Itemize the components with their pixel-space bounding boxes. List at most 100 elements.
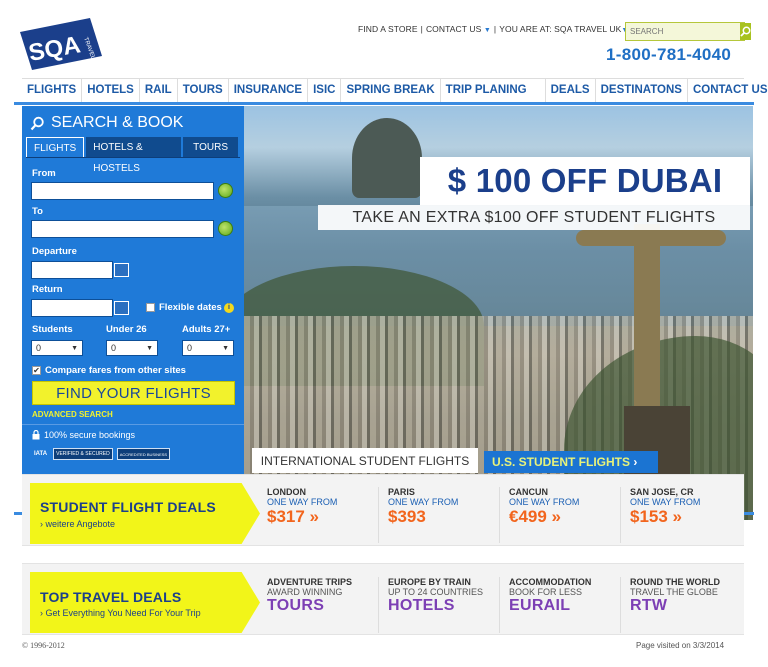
top-links: FIND A STORE | CONTACT US ▼ | YOU ARE AT: SQ… <box>358 24 628 34</box>
calendar-icon[interactable] <box>114 263 129 277</box>
secure-label: 100% secure bookings <box>44 430 136 440</box>
adults-select[interactable]: 0 ▼ <box>182 340 234 356</box>
phone-number: 1-800-781-4040 <box>606 45 732 64</box>
deal-mode: ONE WAY FROM <box>388 497 459 507</box>
under26-select[interactable]: 0 ▼ <box>106 340 158 356</box>
nav-insurance[interactable]: INSURANCE <box>229 79 309 102</box>
trust-badges: IATA VERIFIED & SECURED ACCREDITED BUSIN… <box>32 447 182 461</box>
travel-deals-subtitle[interactable]: › Get Everything You Need For Your Trip <box>40 608 201 618</box>
student-deals-subtitle[interactable]: › weitere Angebote <box>40 519 115 529</box>
deal-san-jose[interactable]: SAN JOSE, CR ONE WAY FROM $153 » <box>630 487 742 543</box>
deal-city: PARIS <box>388 487 415 497</box>
find-store-link[interactable]: FIND A STORE <box>358 24 418 34</box>
deal-price: $393 <box>388 507 426 526</box>
search-input[interactable] <box>626 23 740 40</box>
tab-us-label: U.S. STUDENT FLIGHTS <box>492 455 630 469</box>
deal-city: SAN JOSE, CR <box>630 487 694 497</box>
deal-heading: ACCOMMODATION <box>509 577 592 587</box>
deal-heading: ADVENTURE TRIPS <box>267 577 353 587</box>
deal-big: TOURS <box>267 597 325 614</box>
nav-destinations[interactable]: DESTINATONS <box>596 79 688 102</box>
tab-tours[interactable]: TOURS <box>183 137 238 158</box>
deal-round-the-world[interactable]: ROUND THE WORLD TRAVEL THE GLOBE RTW <box>630 577 742 633</box>
contact-us-link[interactable]: CONTACT US <box>426 24 481 34</box>
calendar-icon[interactable] <box>114 301 129 315</box>
chevron-down-icon: ▼ <box>222 344 229 352</box>
nav-spring-break[interactable]: SPRING BREAK <box>341 79 441 102</box>
students-value: 0 <box>36 343 42 353</box>
site-search <box>625 22 751 41</box>
from-input[interactable] <box>31 182 214 200</box>
student-deals-banner[interactable]: STUDENT FLIGHT DEALS › weitere Angebote <box>30 483 260 544</box>
compare-fares-label: Compare fares from other sites <box>45 365 186 376</box>
search-button[interactable] <box>740 23 751 40</box>
to-label: To <box>32 206 43 217</box>
departure-label: Departure <box>32 246 77 257</box>
tabs-divider <box>26 157 240 158</box>
nav-contact-us[interactable]: CONTACT US <box>688 79 768 102</box>
deal-city: LONDON <box>267 487 306 497</box>
tab-international-flights[interactable]: INTERNATIONAL STUDENT FLIGHTS <box>252 448 478 473</box>
nav-tours[interactable]: TOURS <box>178 79 229 102</box>
promo-headline-box[interactable]: $ 100 OFF DUBAI <box>420 157 750 205</box>
nav-deals[interactable]: DEALS <box>546 79 596 102</box>
deal-sub: TRAVEL THE GLOBE <box>630 587 718 597</box>
deal-london[interactable]: LONDON ONE WAY FROM $317 » <box>267 487 379 543</box>
verified-secured-badge: VERIFIED & SECURED <box>53 448 113 460</box>
from-label: From <box>32 168 56 179</box>
globe-icon[interactable] <box>218 183 233 198</box>
deal-mode: ONE WAY FROM <box>267 497 338 507</box>
compare-fares-checkbox[interactable]: ✔ <box>32 366 41 375</box>
region-selector[interactable]: YOU ARE AT: SQA TRAVEL UK <box>499 24 621 34</box>
sqa-logo[interactable]: SQA TRAVEL <box>18 16 104 72</box>
accent-bar-left <box>14 512 22 515</box>
under26-value: 0 <box>111 343 117 353</box>
students-select[interactable]: 0 ▼ <box>31 340 83 356</box>
travel-deals-banner[interactable]: TOP TRAVEL DEALS › Get Everything You Ne… <box>30 572 260 633</box>
tab-flights[interactable]: FLIGHTS <box>26 137 85 158</box>
tab-hotels-hostels[interactable]: HOTELS & HOSTELS <box>86 137 182 174</box>
deal-big: RTW <box>630 597 668 614</box>
deal-sub: UP TO 24 COUNTRIES <box>388 587 484 597</box>
nav-isic[interactable]: ISIC <box>308 79 342 102</box>
under26-label: Under 26 <box>106 324 147 335</box>
deal-big: EURAIL <box>509 597 571 614</box>
travel-deals-title: TOP TRAVEL DEALS <box>40 589 182 605</box>
promo-subheadline: TAKE AN EXTRA $100 OFF STUDENT FLIGHTS <box>352 208 716 226</box>
deal-sub: AWARD WINNING <box>267 587 343 597</box>
return-label: Return <box>32 284 63 295</box>
secure-bookings: 100% secure bookings <box>32 430 135 440</box>
christ-statue <box>634 224 660 424</box>
tab-us-flights[interactable]: U.S. STUDENT FLIGHTS › <box>484 451 658 473</box>
flexible-dates-checkbox[interactable] <box>146 303 155 312</box>
search-icon <box>30 116 44 130</box>
nav-rail[interactable]: RAIL <box>140 79 178 102</box>
search-tabs: FLIGHTS HOTELS & HOSTELS TOURS <box>26 137 240 174</box>
nav-trip-planing[interactable]: TRIP PLANING <box>441 79 546 102</box>
accredited-business-badge: ACCREDITED BUSINESS <box>116 448 171 460</box>
departure-input[interactable] <box>31 261 113 279</box>
search-icon <box>740 26 751 37</box>
iata-badge: IATA <box>34 451 48 457</box>
globe-icon[interactable] <box>218 221 233 236</box>
page-visited: Page visited on 3/3/2014 <box>636 641 725 650</box>
deal-europe-by-train[interactable]: EUROPE BY TRAIN UP TO 24 COUNTRIES HOTEL… <box>388 577 500 633</box>
nav-flights[interactable]: FLIGHTS <box>22 79 83 102</box>
chevron-down-icon: ▼ <box>71 344 78 352</box>
deal-cancun[interactable]: CANCUN ONE WAY FROM €499 » <box>509 487 621 543</box>
deal-price: $153 » <box>630 507 682 526</box>
deal-accommodation[interactable]: ACCOMMODATION BOOK FOR LESS EURAIL <box>509 577 621 633</box>
flexible-dates-label: Flexible dates <box>159 302 222 313</box>
find-flights-button[interactable]: FIND YOUR FLIGHTS <box>32 381 235 405</box>
deal-paris[interactable]: PARIS ONE WAY FROM $393 <box>388 487 500 543</box>
deal-mode: ONE WAY FROM <box>509 497 580 507</box>
info-icon[interactable]: i <box>224 303 234 313</box>
to-input[interactable] <box>31 220 214 238</box>
nav-hotels[interactable]: HOTELS <box>82 79 140 102</box>
deal-adventure-trips[interactable]: ADVENTURE TRIPS AWARD WINNING TOURS <box>267 577 379 633</box>
student-deals-row: STUDENT FLIGHT DEALS › weitere Angebote … <box>22 474 744 546</box>
travel-deals-row: TOP TRAVEL DEALS › Get Everything You Ne… <box>22 563 744 635</box>
chevron-down-icon[interactable]: ▼ <box>484 27 491 34</box>
advanced-search-link[interactable]: ADVANCED SEARCH <box>32 410 113 419</box>
return-input[interactable] <box>31 299 113 317</box>
